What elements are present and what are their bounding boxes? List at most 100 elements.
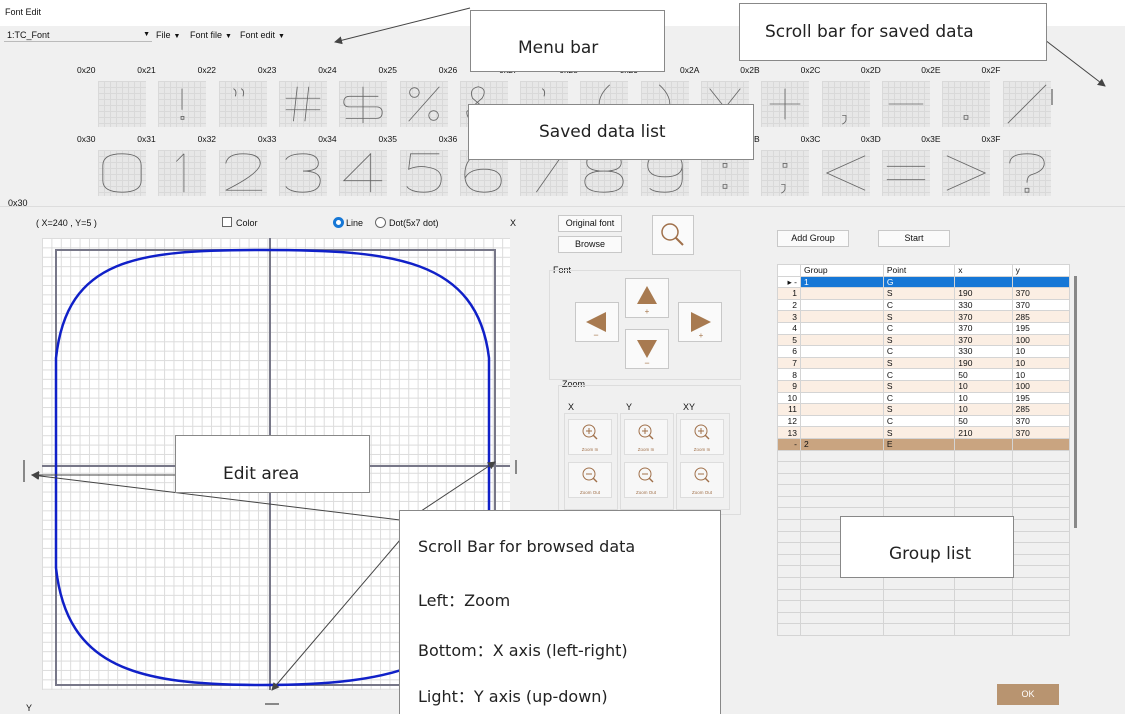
cell-empty [882,623,956,636]
table-row[interactable]: 9 S 10 100 [777,379,1071,393]
table-row-empty [777,588,1071,602]
saved-glyph-hash[interactable] [278,81,327,127]
saved-glyph-exclamation[interactable] [158,81,207,127]
table-row[interactable]: 11 S 10 285 [777,403,1071,416]
nudge-left-button[interactable]: − [575,302,619,342]
saved-glyph-question[interactable] [1002,150,1051,196]
table-row[interactable]: 12 C 50 370 [777,414,1071,428]
saved-glyph-semicolon[interactable] [761,150,810,196]
saved-data-scrollbar[interactable] [1051,89,1053,105]
saved-glyph-less[interactable] [821,150,870,196]
chevron-down-icon: ▼ [143,31,150,38]
saved-glyph-dollar[interactable] [339,81,388,127]
y-axis-scrollbar[interactable] [515,460,517,474]
saved-glyph-equal[interactable] [881,150,930,196]
ok-button[interactable]: OK [997,684,1059,705]
saved-glyph-quote[interactable] [218,81,267,127]
color-checkbox[interactable] [222,217,232,227]
saved-glyph-comma[interactable] [821,81,870,127]
zoom-in-xy-button[interactable]: Zoom In [680,419,724,455]
nudge-down-button[interactable]: − [625,329,669,369]
table-row[interactable]: 7 S 190 10 [777,356,1071,370]
saved-glyph-percent[interactable] [399,81,448,127]
saved-glyph-5[interactable] [399,150,448,196]
glyph-preview [224,153,262,191]
table-header[interactable]: Group [800,264,884,277]
saved-glyph-3[interactable] [278,150,327,196]
cell-y: 370 [1011,414,1071,428]
table-row[interactable]: 6 C 330 10 [777,345,1071,358]
font-select[interactable]: 1:TC_Font ▼ [4,28,152,42]
menu-font-file[interactable]: Font file ▼ [190,28,232,42]
glyph-stroke [825,155,865,191]
table-row[interactable]: 5 S 370 100 [777,333,1071,347]
zoom-scrollbar[interactable] [23,460,25,482]
saved-glyph-slash[interactable] [1002,81,1051,127]
nudge-right-button[interactable]: + [678,302,722,342]
dot-radio[interactable] [375,217,386,228]
zoom-out-x-button[interactable]: Zoom Out [568,462,612,498]
cell-empty [1011,484,1071,497]
glyph-stroke [1008,153,1045,183]
table-header[interactable]: y [1011,264,1071,277]
saved-glyph-greater[interactable] [942,150,991,196]
row-number: 9 [777,379,801,393]
cell-point: S [882,287,956,300]
table-row[interactable]: 8 C 50 10 [777,368,1071,381]
saved-glyph-space[interactable] [98,81,146,127]
glyph-code: 0x2D [860,65,881,75]
browse-label: Browse [574,239,605,249]
original-font-button[interactable]: Original font [558,215,622,232]
saved-glyph-1[interactable] [158,150,207,196]
saved-glyph-4[interactable] [339,150,388,196]
browse-button[interactable]: Browse [558,236,622,253]
zoom-out-xy-button[interactable]: Zoom Out [680,462,724,498]
cell-group [800,356,884,370]
cell-empty [800,472,884,486]
cell-empty [954,577,1013,590]
menu-font-edit[interactable]: Font edit ▼ [240,28,285,42]
zoom-in-y-button[interactable]: Zoom In [624,419,668,455]
x-axis-scrollbar[interactable] [265,703,279,705]
saved-glyph-period[interactable] [942,81,991,127]
group-list-table[interactable]: Group Point x y ▸ -1 G 1 S 190 370 2 C 330 370 3 S 370 28… [777,264,1071,636]
nudge-up-button[interactable]: + [625,278,669,318]
table-row[interactable]: 10 C 10 195 [777,391,1071,405]
cell-y: 10 [1011,345,1071,358]
table-row[interactable]: ▸ -1G [777,275,1071,289]
callout-group-list-text: Group list [889,544,972,564]
start-button[interactable]: Start [878,230,950,247]
table-row[interactable]: 4 C 370 195 [777,321,1071,335]
row-number: 6 [777,345,801,358]
zoom-out-y-button[interactable]: Zoom Out [624,462,668,498]
table-row[interactable]: 3 S 370 285 [777,310,1071,323]
saved-glyph-minus[interactable] [881,81,930,127]
table-row[interactable]: 2 C 330 370 [777,298,1071,312]
table-header[interactable] [777,264,801,277]
table-header[interactable]: Point [882,264,956,277]
glyph-preview [342,152,383,193]
cell-point: C [882,391,956,405]
add-group-button[interactable]: Add Group [777,230,849,247]
table-row-empty [777,577,1071,590]
cell-group [800,298,884,312]
glyph-preview [1007,84,1046,124]
zoom-in-x-button[interactable]: Zoom In [568,419,612,455]
cell-y [1011,275,1071,289]
cell-point: S [882,379,956,393]
glyph-code: 0x23 [257,65,277,75]
table-row[interactable]: 1 S 190 370 [777,287,1071,300]
cell-point: C [882,345,956,358]
saved-glyph-plus[interactable] [761,81,810,127]
table-header[interactable]: x [954,264,1013,277]
menu-file[interactable]: File ▼ [156,28,180,42]
saved-glyph-2[interactable] [218,150,267,196]
group-list-scrollbar[interactable] [1074,276,1077,528]
search-button[interactable] [652,215,694,255]
line-radio[interactable] [333,217,344,228]
cell-empty [1011,449,1071,463]
table-row[interactable]: 13 S 210 370 [777,426,1071,439]
saved-glyph-0[interactable] [98,150,146,196]
callout-scroll-browsed-right: Light：Y axis (up-down) [418,687,608,706]
table-row[interactable]: -2E [777,437,1071,451]
